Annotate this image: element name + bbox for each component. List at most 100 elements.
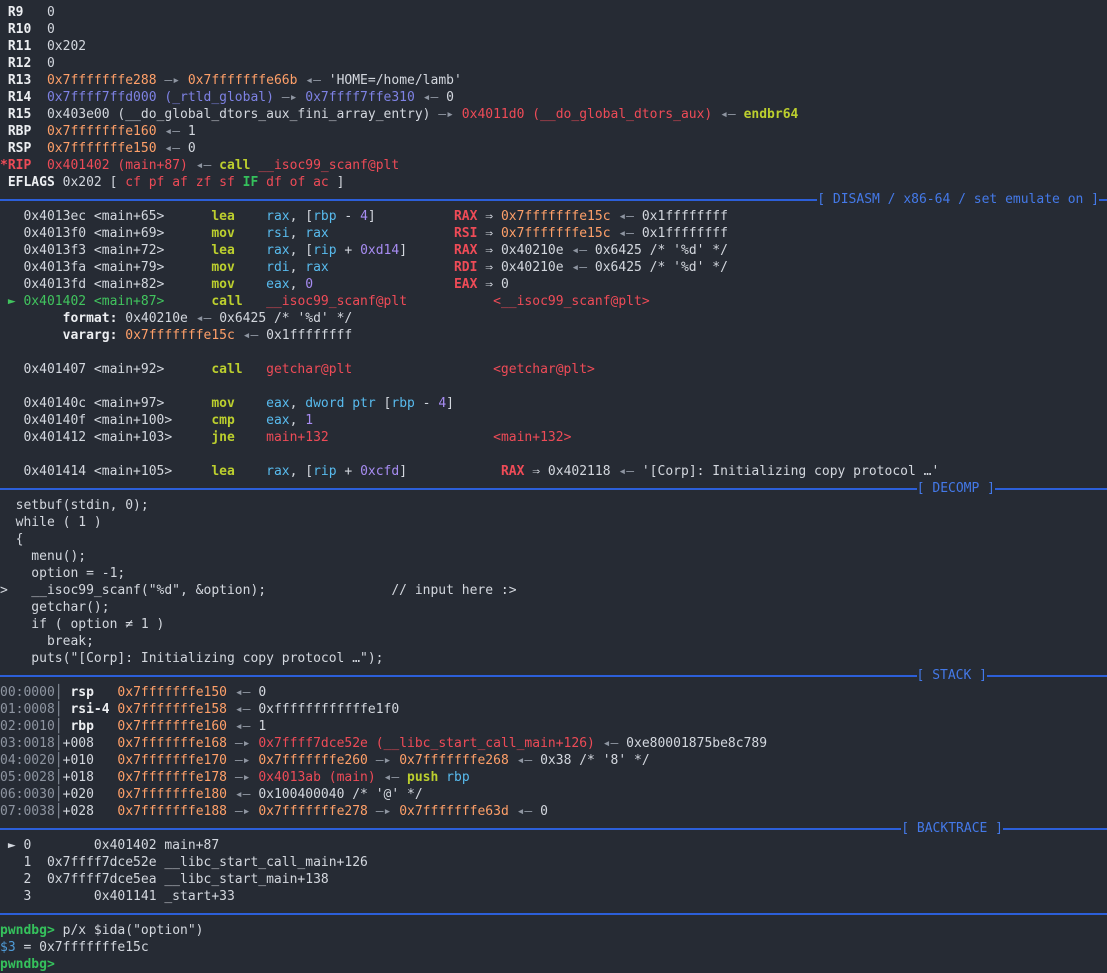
text-segment: call: [211, 362, 266, 377]
text-segment: +018: [63, 770, 118, 785]
text-segment: 0: [540, 804, 548, 819]
text-segment: 0x202 [: [63, 175, 126, 190]
text-segment: vararg:: [63, 328, 118, 343]
text-segment: , [: [290, 209, 313, 224]
text-segment: 0x6425 /* '%d' */: [595, 243, 728, 258]
text-segment: ◂—: [235, 328, 266, 343]
text-segment: <getchar@plt>: [493, 362, 595, 377]
text-segment: rbp: [391, 396, 414, 411]
decomp-section-title: [ DECOMP ]: [917, 480, 995, 497]
text-segment: [329, 226, 454, 241]
command-input-area[interactable]: pwndbg> p/x $ida("option")$3 = 0x7ffffff…: [0, 922, 1107, 973]
text-segment: —▸: [227, 770, 258, 785]
text-segment: ]: [329, 175, 345, 190]
text-segment: ,: [290, 413, 306, 428]
text-segment: RBP: [0, 124, 47, 139]
terminal-line: [0, 378, 1107, 395]
terminal-line: 0x40140f <main+100> cmp eax, 1: [0, 412, 1107, 429]
text-segment: cf pf af zf sf: [125, 175, 242, 190]
text-segment: rsp: [63, 685, 118, 700]
text-segment: 0x7fffffffe288: [47, 73, 157, 88]
text-segment: [164, 294, 211, 309]
backtrace-panel: ► 0 0x401402 main+87 1 0x7ffff7dce52e __…: [0, 837, 1107, 905]
text-segment: 0x4013f0 <main+69>: [0, 226, 211, 241]
text-segment: ◂—: [227, 685, 258, 700]
terminal-line: EFLAGS 0x202 [ cf pf af zf sf IF df of a…: [0, 174, 1107, 191]
text-segment: __isoc99_scanf@plt: [258, 158, 399, 173]
text-segment: push: [407, 770, 446, 785]
text-segment: 0x4013f3 <main+72>: [0, 243, 211, 258]
text-segment: ,: [290, 277, 306, 292]
text-segment: ◂—: [611, 209, 642, 224]
text-segment: 0x40210e: [501, 260, 564, 275]
text-segment: ◂—: [564, 260, 595, 275]
text-segment: 1: [305, 413, 313, 428]
text-segment: 00:0000│: [0, 685, 63, 700]
text-segment: [407, 294, 493, 309]
text-segment: 0x1ffffffff: [642, 226, 728, 241]
text-segment: cmp: [211, 413, 266, 428]
text-segment: R9: [0, 5, 47, 20]
text-segment: if ( option ≠ 1 ): [0, 617, 164, 632]
separator-line: [0, 199, 817, 201]
text-segment: —▸: [368, 804, 399, 819]
text-segment: ◂—: [611, 464, 642, 479]
terminal-line: pwndbg> p/x $ida("option"): [0, 922, 1107, 939]
text-segment: 0: [305, 277, 313, 292]
text-segment: *RIP: [0, 158, 47, 173]
text-segment: rax: [305, 260, 328, 275]
text-segment: 3 0x401141 _start+33: [0, 889, 235, 904]
text-segment: -: [337, 209, 360, 224]
text-segment: , [: [290, 464, 313, 479]
terminal-line: R11 0x202: [0, 38, 1107, 55]
text-segment: ⇒: [477, 277, 500, 292]
text-segment: ,: [290, 260, 306, 275]
text-segment: ◂—: [188, 158, 219, 173]
terminal-line: 05:0028│+018 0x7fffffffe178 —▸ 0x4013ab …: [0, 769, 1107, 786]
text-segment: 06:0030│: [0, 787, 63, 802]
text-segment: 0x401402 <main+87>: [23, 294, 164, 309]
terminal-line: if ( option ≠ 1 ): [0, 616, 1107, 633]
text-segment: 0x7fffffffe188: [117, 804, 227, 819]
terminal-line: puts("[Corp]: Initializing copy protocol…: [0, 650, 1107, 667]
text-segment: 0x402118: [548, 464, 611, 479]
text-segment: ◂—: [611, 226, 642, 241]
stack-panel: 00:0000│ rsp 0x7fffffffe150 ◂— 001:0008│…: [0, 684, 1107, 820]
text-segment: 0: [258, 685, 266, 700]
text-segment: mov: [211, 260, 266, 275]
debugger-screen: R9 0 R10 0 R11 0x202 R12 0 R13 0x7ffffff…: [0, 0, 1107, 973]
terminal-line: R10 0: [0, 21, 1107, 38]
text-segment: lea: [211, 209, 266, 224]
terminal-line: 0x4013fa <main+79> mov rdi, rax RDI ⇒ 0x…: [0, 259, 1107, 276]
text-segment: R15: [0, 107, 47, 122]
terminal-line: 0x401412 <main+103> jne main+132 <main+1…: [0, 429, 1107, 446]
text-segment: 0x4013fa <main+79>: [0, 260, 211, 275]
text-segment: [329, 260, 454, 275]
text-segment: 0x4013ab (main): [258, 770, 375, 785]
terminal-line: vararg: 0x7fffffffe15c ◂— 0x1ffffffff: [0, 327, 1107, 344]
text-segment: = 0x7fffffffe15c: [16, 940, 149, 955]
terminal-line: R12 0: [0, 55, 1107, 72]
text-segment: 0x7fffffffe160: [47, 124, 157, 139]
terminal-line: 0x401414 <main+105> lea rax, [rip + 0xcf…: [0, 463, 1107, 480]
text-segment: RAX: [454, 209, 477, 224]
text-segment: ]: [399, 243, 454, 258]
text-segment: rax: [305, 226, 328, 241]
text-segment: call: [219, 158, 258, 173]
text-segment: 0: [47, 56, 55, 71]
text-segment: ◂—: [376, 770, 407, 785]
text-segment: 0x401412 <main+103>: [0, 430, 211, 445]
text-segment: 05:0028│: [0, 770, 63, 785]
text-segment: 0: [188, 141, 196, 156]
text-segment: df of ac: [258, 175, 328, 190]
text-segment: ⇒: [477, 226, 500, 241]
text-segment: main+132: [266, 430, 329, 445]
text-segment: ⇒: [524, 464, 547, 479]
text-segment: 0: [47, 5, 55, 20]
separator-line: [0, 488, 917, 490]
stack-section-title: [ STACK ]: [917, 667, 987, 684]
terminal-line: R13 0x7fffffffe288 —▸ 0x7fffffffe66b ◂— …: [0, 72, 1107, 89]
text-segment: EFLAGS: [0, 175, 63, 190]
text-segment: ►: [0, 294, 23, 309]
text-segment: ]: [399, 464, 501, 479]
